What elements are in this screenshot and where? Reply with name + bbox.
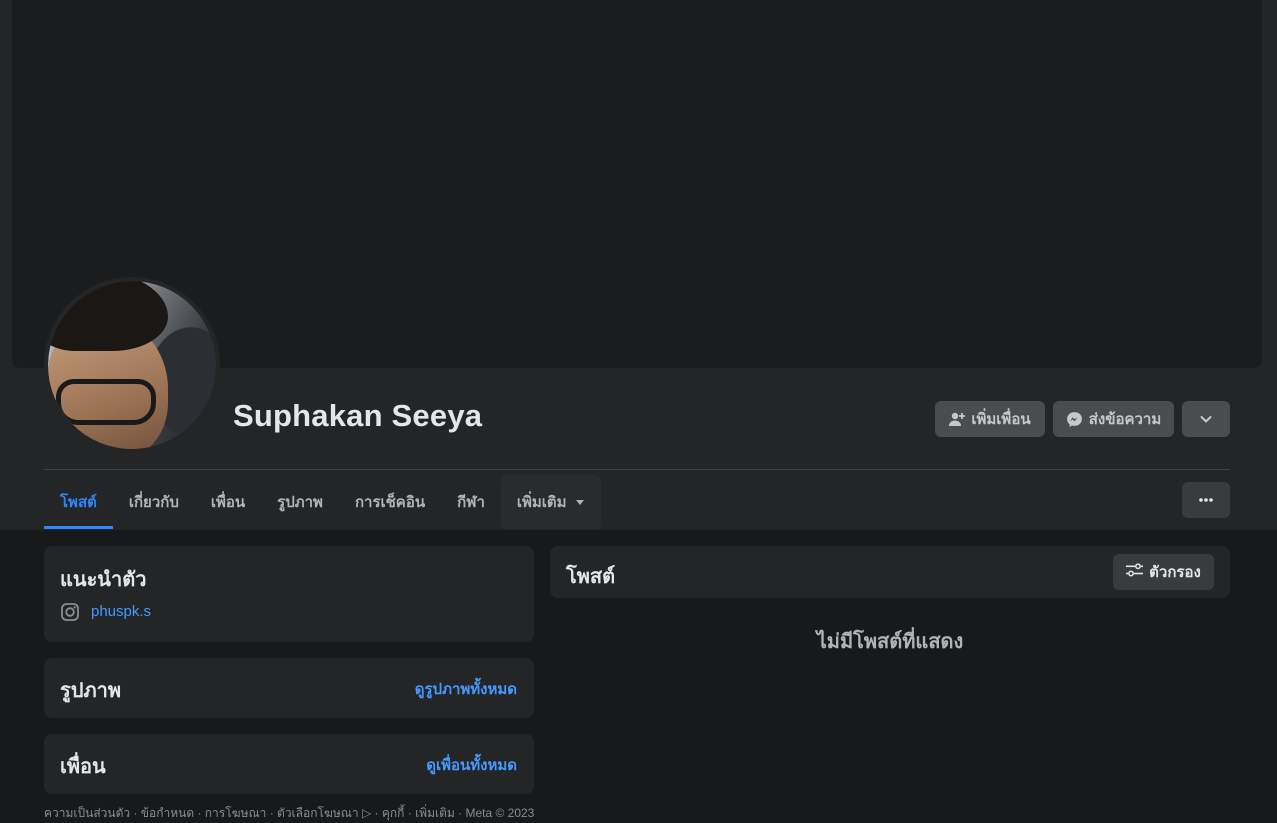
- tab-posts[interactable]: โพสต์: [44, 475, 113, 529]
- photos-card: รูปภาพ ดูรูปภาพทั้งหมด: [44, 658, 534, 718]
- tab-friends[interactable]: เพื่อน: [195, 475, 261, 529]
- header-divider: [44, 469, 1230, 470]
- photos-title: รูปภาพ: [60, 680, 122, 702]
- profile-dropdown-button[interactable]: [1182, 401, 1230, 437]
- filter-icon: [1126, 563, 1144, 581]
- intro-card: แนะนำตัว phuspk.s: [44, 546, 534, 642]
- posts-title: โพสต์: [566, 566, 616, 588]
- posts-card: โพสต์ ตัวกรอง: [550, 546, 1230, 598]
- tab-sports[interactable]: กีฬา: [441, 475, 501, 529]
- messenger-icon: [1066, 411, 1083, 428]
- tab-label: รูปภาพ: [277, 494, 323, 511]
- caret-down-icon: [575, 494, 585, 511]
- add-friend-label: เพิ่มเพื่อน: [971, 411, 1031, 428]
- tab-about[interactable]: เกี่ยวกับ: [113, 475, 195, 529]
- avatar-hair: [48, 281, 168, 351]
- tab-label: เกี่ยวกับ: [128, 494, 179, 511]
- send-message-label: ส่งข้อความ: [1088, 411, 1162, 428]
- tab-label: เพื่อน: [210, 494, 246, 511]
- profile-avatar[interactable]: [44, 277, 220, 453]
- profile-name: Suphakan Seeya: [233, 398, 483, 433]
- footer-links[interactable]: ความเป็นส่วนตัว · ข้อกำหนด · การโฆษณา · …: [44, 804, 534, 823]
- friends-card: เพื่อน ดูเพื่อนทั้งหมด: [44, 734, 534, 794]
- filter-label: ตัวกรอง: [1149, 564, 1201, 581]
- tab-label: การเช็คอิน: [354, 494, 426, 511]
- no-posts-message: ไม่มีโพสต์ที่แสดง: [816, 631, 964, 653]
- more-options-button[interactable]: [1182, 482, 1230, 518]
- tab-label: เพิ่มเติม: [516, 494, 567, 511]
- add-friend-icon: [949, 411, 966, 427]
- add-friend-button[interactable]: เพิ่มเพื่อน: [935, 401, 1045, 437]
- chevron-down-icon: [1199, 412, 1213, 426]
- intro-title: แนะนำตัว: [60, 569, 147, 591]
- send-message-button[interactable]: ส่งข้อความ: [1053, 401, 1174, 437]
- tab-label: โพสต์: [60, 494, 97, 511]
- avatar-photo: [48, 281, 216, 449]
- filter-button[interactable]: ตัวกรอง: [1113, 554, 1214, 590]
- tab-label: กีฬา: [457, 494, 485, 511]
- see-all-friends-link[interactable]: ดูเพื่อนทั้งหมด: [426, 753, 517, 777]
- avatar-glasses: [56, 379, 156, 425]
- instagram-icon: [60, 602, 80, 627]
- profile-tabs: โพสต์ เกี่ยวกับ เพื่อน รูปภาพ การเช็คอิน…: [44, 475, 601, 529]
- tab-photos[interactable]: รูปภาพ: [261, 475, 339, 529]
- tab-checkins[interactable]: การเช็คอิน: [339, 475, 441, 529]
- friends-title: เพื่อน: [60, 756, 106, 778]
- see-all-photos-link[interactable]: ดูรูปภาพทั้งหมด: [415, 677, 517, 701]
- more-dots-icon: [1198, 497, 1214, 503]
- instagram-link[interactable]: phuspk.s: [91, 603, 151, 620]
- tab-more[interactable]: เพิ่มเติม: [500, 475, 601, 529]
